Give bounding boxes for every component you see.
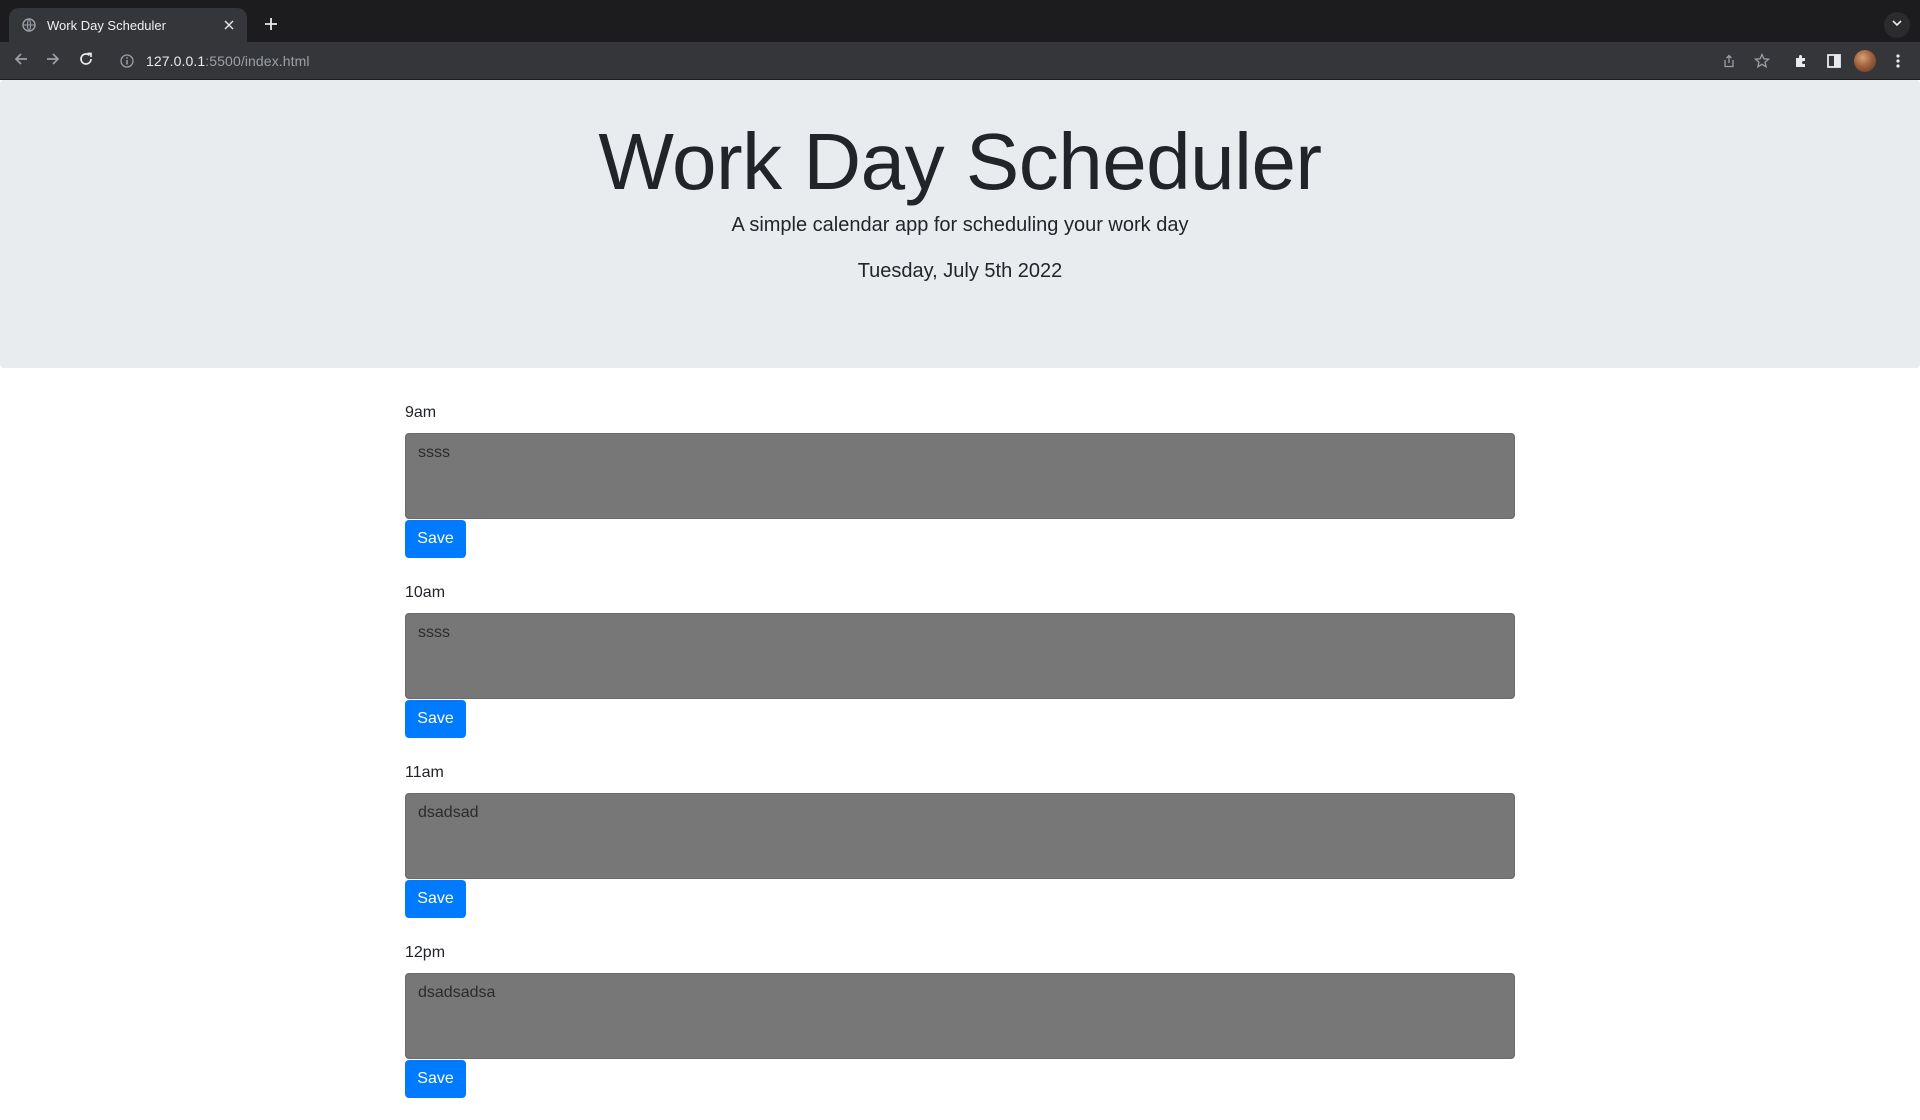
arrow-left-icon: [13, 51, 29, 72]
hour-label: 12pm: [405, 944, 446, 961]
time-block: 11am dsadsad Save: [405, 760, 1515, 940]
jumbotron-header: Work Day Scheduler A simple calendar app…: [0, 80, 1920, 368]
event-textarea[interactable]: ssss: [405, 613, 1515, 699]
chevron-down-icon: [1891, 16, 1903, 34]
close-icon[interactable]: [221, 17, 237, 33]
url-path: :5500/index.html: [205, 53, 310, 69]
hour-label: 9am: [405, 404, 437, 421]
time-block: 12pm dsadsadsa Save: [405, 940, 1515, 1120]
browser-tabstrip: Work Day Scheduler: [0, 0, 1920, 42]
save-button[interactable]: Save: [405, 880, 466, 918]
event-textarea[interactable]: dsadsadsa: [405, 973, 1515, 1059]
extensions-puzzle-icon[interactable]: [1788, 48, 1814, 74]
arrow-right-icon: [45, 51, 61, 72]
back-button[interactable]: [8, 48, 34, 74]
schedule-container: 9am ssss Save 10am ssss Save 11am dsadsa…: [405, 400, 1515, 1120]
share-icon[interactable]: [1716, 48, 1742, 74]
url-text: 127.0.0.1:5500/index.html: [146, 53, 310, 69]
star-icon[interactable]: [1749, 48, 1775, 74]
save-button[interactable]: Save: [405, 1060, 466, 1098]
info-icon[interactable]: [118, 52, 136, 70]
globe-icon: [21, 17, 37, 33]
event-textarea[interactable]: ssss: [405, 433, 1515, 519]
page-subtitle: A simple calendar app for scheduling you…: [731, 214, 1189, 236]
save-button[interactable]: Save: [405, 700, 466, 738]
page-title: Work Day Scheduler: [598, 117, 1322, 206]
url-host: 127.0.0.1: [146, 53, 206, 69]
hour-label: 11am: [405, 764, 444, 781]
save-button[interactable]: Save: [405, 520, 466, 558]
reload-button[interactable]: [73, 48, 99, 74]
browser-tab-active[interactable]: Work Day Scheduler: [9, 8, 247, 42]
hour-label: 10am: [405, 584, 446, 601]
side-panel-icon[interactable]: [1821, 48, 1847, 74]
kebab-menu-icon[interactable]: [1885, 48, 1911, 74]
reload-icon: [78, 51, 94, 72]
plus-icon: [264, 17, 278, 36]
current-date: Tuesday, July 5th 2022: [857, 260, 1063, 282]
time-block: 10am ssss Save: [405, 580, 1515, 760]
forward-button[interactable]: [40, 48, 66, 74]
profile-avatar[interactable]: [1854, 50, 1876, 72]
time-block: 9am ssss Save: [405, 400, 1515, 580]
address-bar[interactable]: 127.0.0.1:5500/index.html: [112, 46, 1762, 76]
browser-toolbar: 127.0.0.1:5500/index.html: [0, 42, 1920, 80]
tab-search-button[interactable]: [1884, 12, 1910, 38]
tab-title: Work Day Scheduler: [47, 17, 166, 33]
event-textarea[interactable]: dsadsad: [405, 793, 1515, 879]
new-tab-button[interactable]: [258, 13, 284, 39]
